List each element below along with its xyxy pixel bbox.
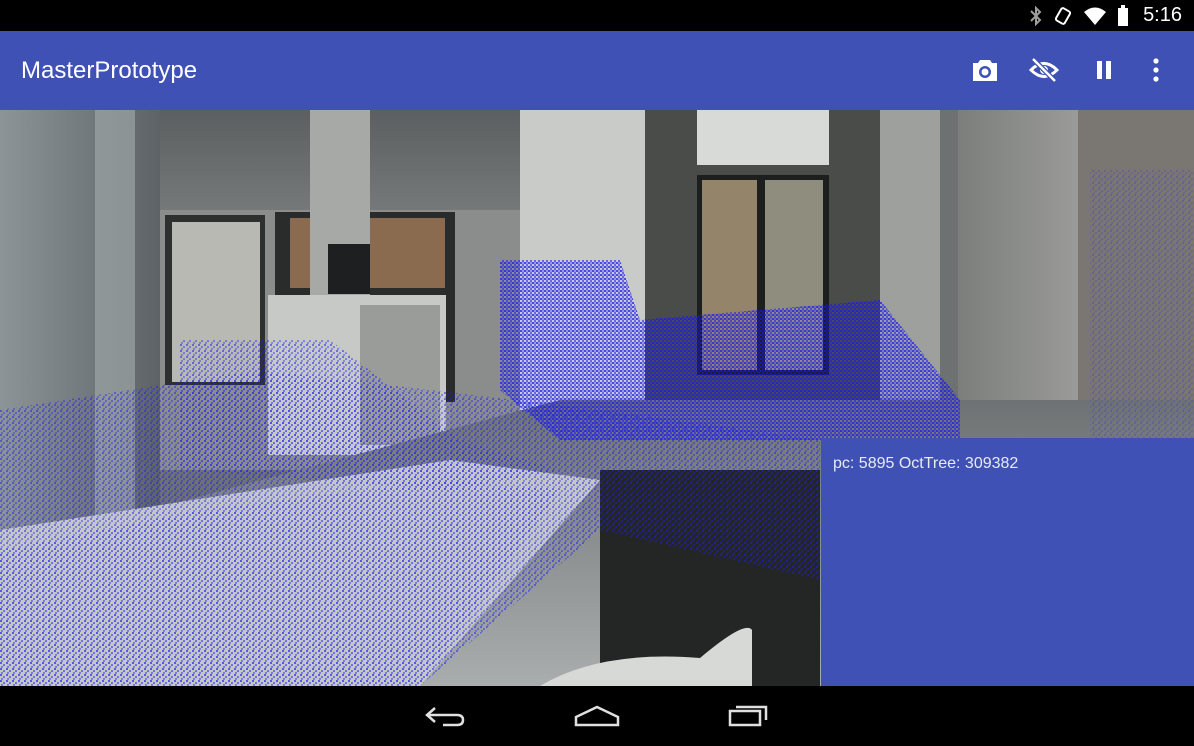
navigation-bar (0, 686, 1194, 746)
info-panel: pc: 5895 OctTree: 309382 (821, 438, 1194, 686)
pause-icon (1097, 61, 1111, 79)
clock: 5:16 (1143, 4, 1182, 26)
battery-icon (1117, 4, 1129, 27)
recents-button[interactable] (718, 698, 778, 734)
point-cloud-stats: pc: 5895 OctTree: 309382 (833, 455, 1019, 472)
wifi-icon (1083, 6, 1107, 26)
recents-icon (728, 705, 768, 727)
more-vert-icon (1153, 58, 1159, 82)
overflow-menu-button[interactable] (1139, 53, 1173, 87)
bluetooth-icon (1029, 5, 1043, 26)
pause-button[interactable] (1087, 53, 1121, 87)
rotation-icon (1053, 6, 1073, 26)
app-title: MasterPrototype (21, 57, 198, 84)
visibility-off-icon (1029, 57, 1059, 83)
camera-button[interactable] (968, 53, 1002, 87)
back-button[interactable] (415, 698, 475, 734)
home-icon (574, 705, 620, 727)
status-bar: 5:16 (0, 0, 1194, 31)
toggle-visibility-button[interactable] (1027, 53, 1061, 87)
home-button[interactable] (567, 698, 627, 734)
app-bar: MasterPrototype (0, 31, 1194, 110)
camera-icon (973, 60, 997, 81)
back-icon (425, 707, 465, 727)
